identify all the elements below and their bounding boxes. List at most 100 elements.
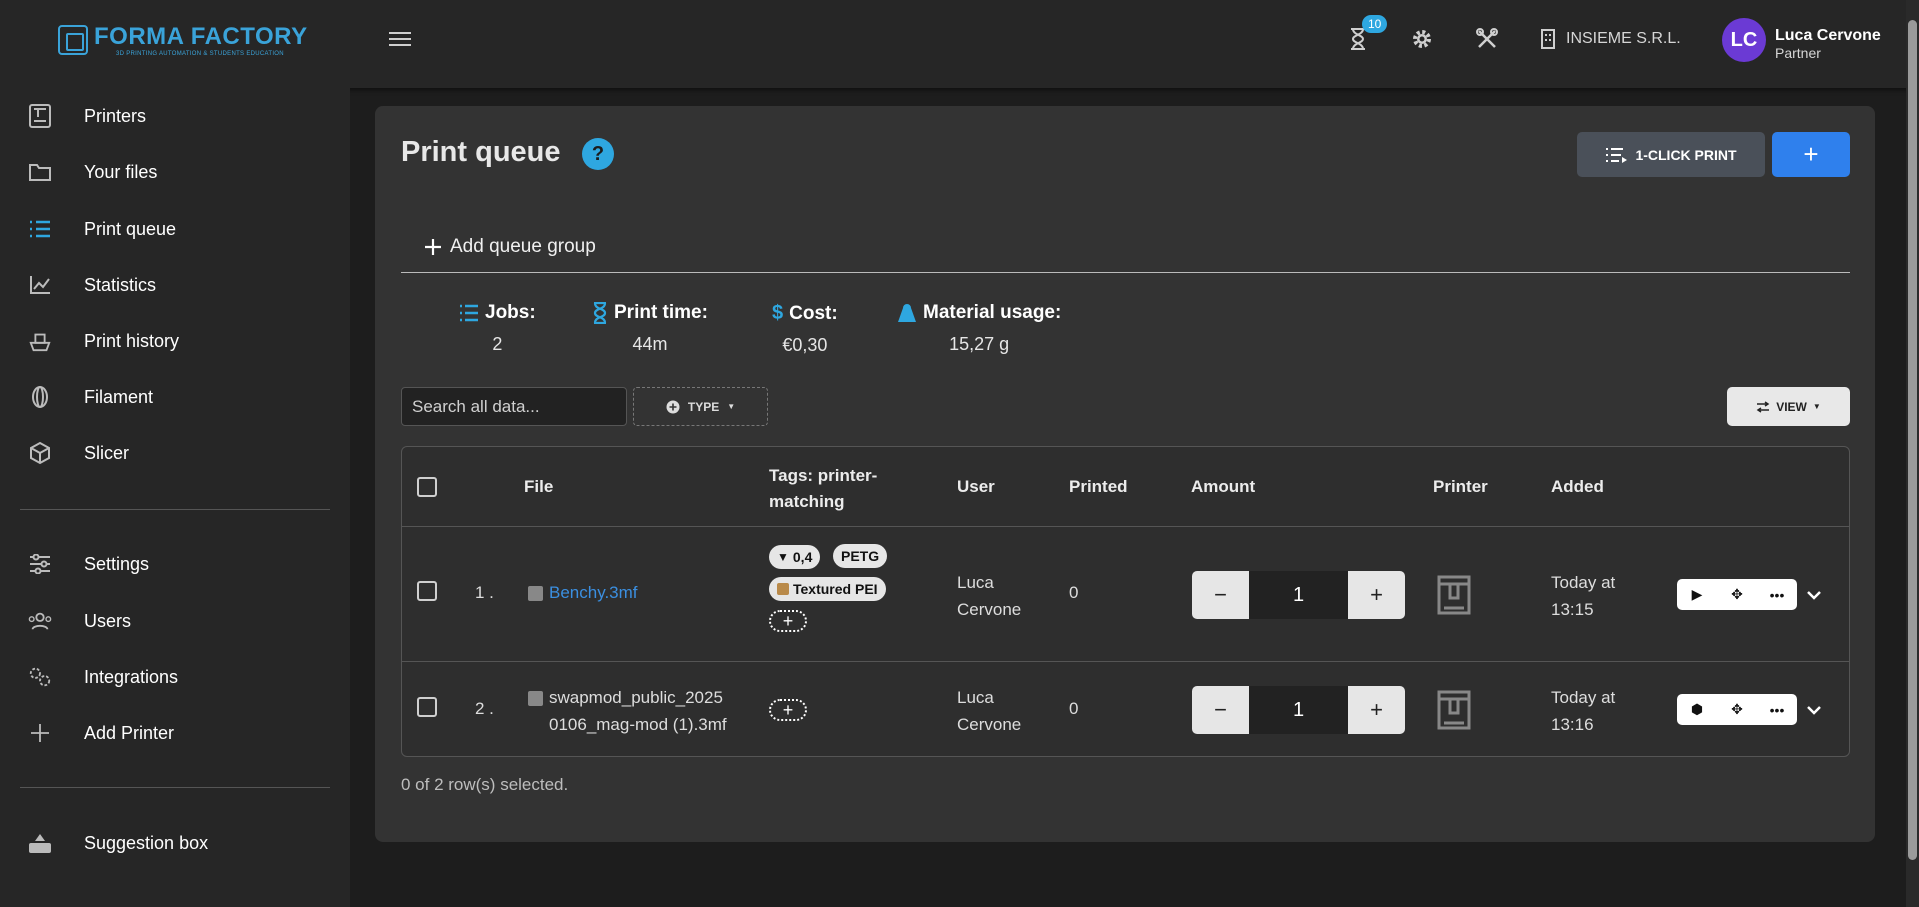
help-icon[interactable]: ?: [582, 138, 614, 170]
sidebar-item-printers[interactable]: Printers: [0, 93, 350, 139]
stat-material-label: Material usage:: [923, 302, 1062, 323]
sidebar-item-label: Print history: [84, 330, 180, 351]
chevron-down-icon[interactable]: [1804, 585, 1824, 605]
one-click-print-button[interactable]: 1-CLICK PRINT: [1577, 132, 1765, 177]
column-user[interactable]: User: [957, 477, 995, 497]
tag-plate[interactable]: Textured PEI: [769, 577, 886, 601]
search-input[interactable]: [401, 387, 627, 426]
move-icon[interactable]: ✥: [1717, 694, 1757, 725]
swap-icon: [1756, 400, 1770, 413]
caret-down-icon: ▼: [727, 402, 736, 411]
file-cell: swapmod_public_2025 0106_mag-mod (1).3mf: [528, 684, 727, 738]
filament-icon: [28, 385, 52, 409]
menu-toggle-icon[interactable]: [388, 27, 412, 51]
added-time: 13:15: [1551, 600, 1594, 619]
tools-icon[interactable]: [1472, 24, 1502, 54]
amount-input[interactable]: [1249, 571, 1348, 619]
sidebar-item-slicer[interactable]: Slicer: [0, 430, 350, 476]
sidebar-item-filament[interactable]: Filament: [0, 374, 350, 420]
print-queue-table: File Tags: printer- matching User Printe…: [401, 446, 1850, 757]
type-filter-button[interactable]: TYPE ▼: [633, 387, 768, 426]
increment-button[interactable]: +: [1348, 571, 1405, 619]
play-icon[interactable]: ▶: [1677, 579, 1717, 610]
more-icon[interactable]: •••: [1757, 694, 1797, 725]
row-index: 2 .: [475, 699, 494, 718]
sidebar-item-label: Settings: [84, 553, 150, 574]
type-filter-label: TYPE: [687, 399, 720, 414]
chart-icon: [28, 273, 52, 297]
printer-icon[interactable]: [1436, 574, 1472, 616]
added-cell: Today at 13:16: [1551, 684, 1615, 738]
add-queue-group-button[interactable]: Add queue group: [424, 236, 596, 258]
file-link[interactable]: Benchy.3mf: [549, 583, 638, 602]
quantity-stepper: − +: [1192, 686, 1405, 734]
sidebar-divider: [20, 787, 330, 788]
sidebar-item-integrations[interactable]: Integrations: [0, 654, 350, 700]
tag-material-label: PETG: [841, 548, 880, 564]
sidebar-item-label: Users: [84, 610, 132, 631]
view-options-button[interactable]: VIEW ▼: [1727, 387, 1850, 426]
decrement-button[interactable]: −: [1192, 571, 1249, 619]
sidebar-item-statistics[interactable]: Statistics: [0, 262, 350, 308]
file-cell: Benchy.3mf: [528, 583, 638, 603]
decrement-button[interactable]: −: [1192, 686, 1249, 734]
added-cell: Today at 13:15: [1551, 569, 1615, 623]
column-file[interactable]: File: [524, 477, 553, 497]
sidebar-item-add-printer[interactable]: Add Printer: [0, 710, 350, 756]
plus-icon: [28, 721, 52, 745]
column-tags[interactable]: Tags: printer- matching: [769, 463, 877, 515]
tag-nozzle-label: 0,4: [792, 549, 813, 565]
file-name-line2[interactable]: 0106_mag-mod (1).3mf: [528, 711, 727, 738]
queue-count-badge: 10: [1362, 15, 1388, 33]
column-printer[interactable]: Printer: [1433, 477, 1488, 497]
one-click-print-label: 1-CLICK PRINT: [1635, 146, 1737, 163]
table-header: File Tags: printer- matching User Printe…: [402, 447, 1849, 527]
row-checkbox[interactable]: [417, 697, 437, 717]
gear-icon[interactable]: [1407, 24, 1437, 54]
column-printed[interactable]: Printed: [1069, 477, 1128, 497]
sidebar-item-settings[interactable]: Settings: [0, 541, 350, 587]
move-icon[interactable]: ✥: [1717, 579, 1757, 610]
company-selector[interactable]: INSIEME S.R.L.: [1540, 29, 1681, 49]
row-actions: ⬢ ✥ •••: [1677, 694, 1797, 725]
sidebar-item-print-queue[interactable]: Print queue: [0, 206, 350, 252]
caret-down-icon: ▼: [1812, 402, 1821, 411]
row-actions: ▶ ✥ •••: [1677, 579, 1797, 610]
chevron-down-icon[interactable]: [1804, 700, 1824, 720]
user-last: Cervone: [957, 715, 1022, 734]
app-logo[interactable]: FORMA FACTORY 3D PRINTING AUTOMATION & S…: [58, 23, 308, 57]
queue-group-bar: [401, 230, 1850, 273]
column-added[interactable]: Added: [1551, 477, 1604, 497]
nozzle-icon: ▼: [777, 550, 789, 564]
sidebar-item-users[interactable]: Users: [0, 598, 350, 644]
users-icon: [28, 609, 52, 633]
slice-cube-icon[interactable]: ⬢: [1677, 694, 1717, 725]
sidebar-item-label: Add Printer: [84, 722, 175, 743]
sidebar-item-suggestion-box[interactable]: Suggestion box: [0, 820, 350, 866]
amount-input[interactable]: [1249, 686, 1348, 734]
logo-title: FORMA FACTORY: [94, 23, 308, 50]
sidebar-item-your-files[interactable]: Your files: [0, 149, 350, 195]
add-job-button[interactable]: +: [1772, 132, 1850, 177]
user-role: Partner: [1775, 45, 1821, 61]
tag-nozzle[interactable]: ▼ 0,4: [769, 545, 821, 569]
more-icon[interactable]: •••: [1757, 579, 1797, 610]
printer-icon[interactable]: [1436, 689, 1472, 731]
company-name: INSIEME S.R.L.: [1566, 30, 1681, 47]
select-all-checkbox[interactable]: [417, 477, 437, 497]
tag-material[interactable]: PETG: [833, 544, 888, 568]
add-tag-button[interactable]: +: [769, 610, 807, 632]
user-name[interactable]: Luca Cervone: [1775, 27, 1881, 45]
add-tag-button[interactable]: +: [769, 699, 807, 721]
table-row: 1 . Benchy.3mf ▼ 0,4 PETG Textured PEI +…: [402, 527, 1849, 662]
dollar-icon: $: [772, 302, 784, 324]
list-icon: [460, 304, 478, 322]
file-icon: [528, 586, 543, 602]
file-name-line1[interactable]: swapmod_public_2025: [549, 688, 723, 707]
sidebar-item-print-history[interactable]: Print history: [0, 318, 350, 364]
increment-button[interactable]: +: [1348, 686, 1405, 734]
row-checkbox[interactable]: [417, 581, 437, 601]
column-amount[interactable]: Amount: [1191, 477, 1255, 497]
avatar[interactable]: LC: [1722, 18, 1766, 62]
scrollbar-thumb[interactable]: [1908, 20, 1917, 860]
